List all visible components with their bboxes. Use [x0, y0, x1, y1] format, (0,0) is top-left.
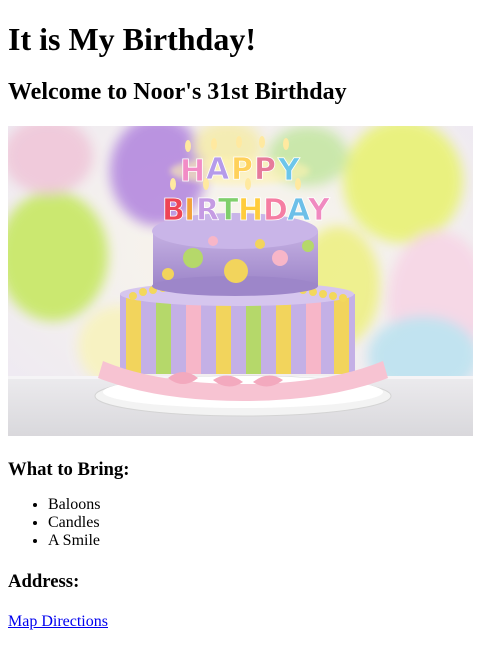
svg-text:H: H [238, 193, 263, 228]
address-heading: Address: [8, 571, 80, 592]
svg-text:T: T [218, 193, 239, 228]
page-content: It is My Birthday! Welcome to Noor's 31s… [0, 21, 501, 631]
map-directions-link[interactable]: Map Directions [8, 613, 108, 631]
what-to-bring-heading: What to Bring: [8, 459, 130, 480]
svg-text:R: R [196, 193, 219, 228]
welcome-heading: Welcome to Noor's 31st Birthday [8, 79, 347, 105]
page-title: It is My Birthday! [8, 21, 256, 57]
birthday-cake-image: H A P P Y B I R T H D A Y [8, 126, 473, 436]
list-item: Baloons [48, 496, 493, 514]
svg-text:B: B [162, 193, 185, 228]
svg-text:D: D [263, 193, 288, 228]
svg-text:P: P [254, 152, 276, 187]
svg-text:I: I [184, 193, 195, 228]
svg-text:A: A [206, 152, 230, 187]
svg-text:Y: Y [307, 193, 331, 228]
list-item: Candles [48, 514, 493, 532]
svg-text:H: H [180, 154, 205, 189]
list-item: A Smile [48, 532, 493, 550]
bring-list: Baloons Candles A Smile [8, 496, 493, 550]
